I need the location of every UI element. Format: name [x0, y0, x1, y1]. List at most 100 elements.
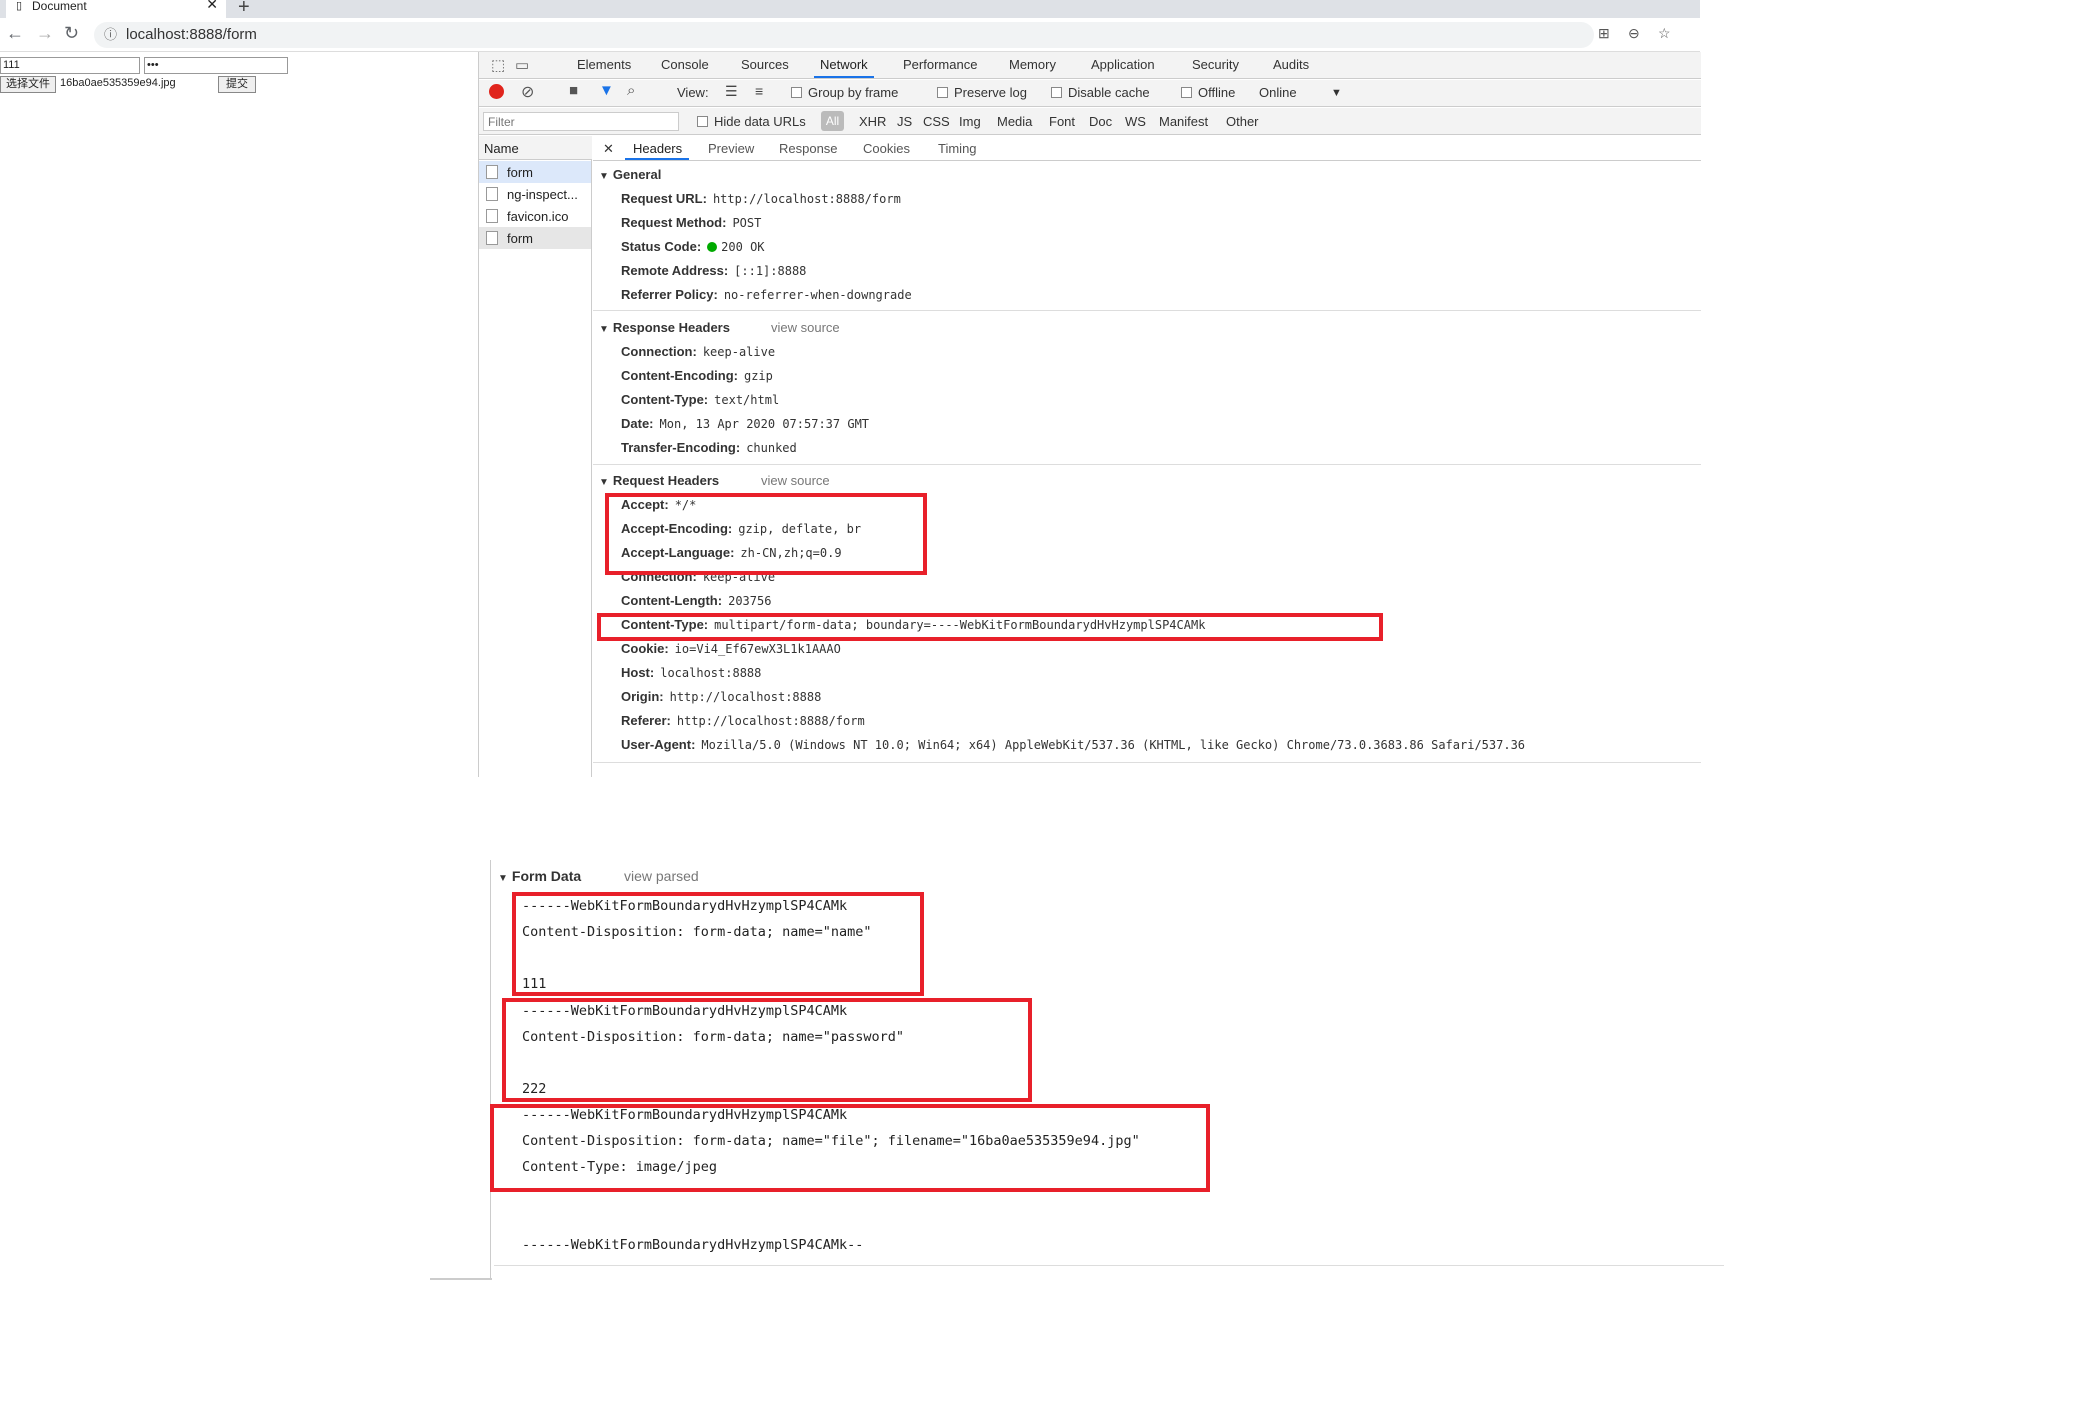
filter-js[interactable]: JS	[897, 114, 912, 129]
bookmark-star-icon[interactable]: ☆	[1658, 25, 1671, 42]
form-data-header[interactable]: ▼ Form Data	[498, 868, 581, 884]
tab-performance[interactable]: Performance	[903, 57, 977, 72]
filter-media[interactable]: Media	[997, 114, 1032, 129]
view-label: View:	[677, 85, 709, 100]
close-details-icon[interactable]: ✕	[603, 141, 614, 157]
filter-css[interactable]: CSS	[923, 114, 950, 129]
tab-memory[interactable]: Memory	[1009, 57, 1056, 72]
devtools-tabs: ⬚ ▭ Elements Console Sources Network Per…	[479, 52, 1701, 79]
tab-audits[interactable]: Audits	[1273, 57, 1309, 72]
inspect-element-icon[interactable]: ⬚	[491, 56, 505, 74]
close-tab-icon[interactable]: ✕	[206, 0, 218, 11]
filter-bar: Hide data URLs All XHR JS CSS Img Media …	[479, 108, 1701, 135]
tab-cookies[interactable]: Cookies	[863, 141, 910, 156]
browser-tab[interactable]: ▯ Document ✕	[6, 0, 226, 18]
page-content: 111 ••• 选择文件 16ba0ae535359e94.jpg 提交	[0, 52, 478, 777]
document-icon	[486, 209, 498, 223]
request-row[interactable]: form	[479, 227, 591, 249]
response-header-row: Content-Type: text/html	[621, 392, 780, 407]
filter-doc[interactable]: Doc	[1089, 114, 1112, 129]
request-headers-section-header[interactable]: ▼ Request Headers	[599, 473, 719, 488]
dropdown-arrow-icon[interactable]: ▼	[1331, 87, 1342, 99]
filter-other[interactable]: Other	[1226, 114, 1259, 129]
highlight-box	[502, 998, 1032, 1102]
filter-icon[interactable]: ▼	[599, 82, 614, 99]
group-by-frame-checkbox[interactable]: Group by frame	[791, 85, 898, 100]
reload-icon[interactable]: ↻	[64, 23, 79, 44]
throttling-select[interactable]: Online	[1259, 85, 1297, 100]
list-view-icon[interactable]: ☰	[725, 83, 738, 100]
form-data-line: ------WebKitFormBoundarydHvHzymplSP4CAMk…	[522, 1237, 864, 1253]
choose-file-button[interactable]: 选择文件	[0, 76, 56, 93]
offline-label: Offline	[1198, 85, 1236, 100]
section-title: Response Headers	[612, 320, 730, 335]
submit-button[interactable]: 提交	[218, 76, 256, 93]
waterfall-view-icon[interactable]: ≡	[755, 83, 763, 99]
collapse-triangle-icon: ▼	[599, 324, 609, 335]
request-row[interactable]: form	[479, 161, 591, 183]
camera-icon[interactable]: ■	[569, 82, 578, 99]
address-bar[interactable]: ⓘ localhost:8888/form	[94, 22, 1594, 48]
tab-security[interactable]: Security	[1192, 57, 1239, 72]
tab-timing[interactable]: Timing	[938, 141, 977, 156]
hide-data-urls-checkbox[interactable]: Hide data URLs	[697, 114, 806, 129]
filter-all[interactable]: All	[821, 111, 844, 131]
record-icon[interactable]	[489, 84, 504, 99]
password-input[interactable]: •••	[144, 57, 288, 74]
active-tab-indicator	[625, 158, 689, 160]
request-row[interactable]: ng-inspect...	[479, 183, 591, 205]
name-column-header[interactable]: Name	[479, 136, 592, 160]
divider	[430, 1278, 492, 1280]
filter-ws[interactable]: WS	[1125, 114, 1146, 129]
divider	[593, 310, 1701, 311]
translate-icon[interactable]: ⊞	[1598, 25, 1610, 42]
tab-network[interactable]: Network	[814, 57, 874, 78]
clear-icon[interactable]: ⊘	[521, 82, 534, 102]
request-name: form	[507, 165, 533, 180]
back-icon[interactable]: ←	[6, 23, 24, 44]
tab-headers[interactable]: Headers	[633, 141, 682, 156]
document-icon	[486, 165, 498, 179]
device-toggle-icon[interactable]: ▭	[515, 56, 529, 74]
offline-checkbox[interactable]: Offline	[1181, 85, 1235, 100]
tab-preview[interactable]: Preview	[708, 141, 754, 156]
view-source-link[interactable]: view source	[761, 473, 830, 488]
request-header-row: Content-Length: 203756	[621, 593, 772, 608]
request-details: ✕ Headers Preview Response Cookies Timin…	[593, 136, 1701, 777]
name-input[interactable]: 111	[0, 57, 140, 74]
preserve-log-label: Preserve log	[954, 85, 1027, 100]
request-header-row: Referer: http://localhost:8888/form	[621, 713, 865, 728]
forward-icon[interactable]: →	[36, 23, 54, 44]
response-header-row: Connection: keep-alive	[621, 344, 776, 359]
disable-cache-checkbox[interactable]: Disable cache	[1051, 85, 1150, 100]
request-header-row: Host: localhost:8888	[621, 665, 762, 680]
tab-elements[interactable]: Elements	[577, 57, 631, 72]
filter-xhr[interactable]: XHR	[859, 114, 886, 129]
preserve-log-checkbox[interactable]: Preserve log	[937, 85, 1027, 100]
tab-application[interactable]: Application	[1091, 57, 1155, 72]
hide-data-urls-label: Hide data URLs	[714, 114, 806, 129]
filter-input[interactable]	[483, 112, 679, 131]
search-icon[interactable]: ⌕	[627, 82, 635, 99]
devtools-panel: ⬚ ▭ Elements Console Sources Network Per…	[478, 52, 1701, 777]
request-row[interactable]: favicon.ico	[479, 205, 591, 227]
view-source-link[interactable]: view source	[771, 320, 840, 335]
tab-response[interactable]: Response	[779, 141, 838, 156]
tab-console[interactable]: Console	[661, 57, 709, 72]
zoom-icon[interactable]: ⊖	[1628, 25, 1640, 42]
info-icon[interactable]: ⓘ	[104, 22, 117, 48]
response-header-row: Transfer-Encoding: chunked	[621, 440, 797, 455]
tab-sources[interactable]: Sources	[741, 57, 789, 72]
collapse-triangle-icon: ▼	[599, 477, 609, 488]
request-name: form	[507, 231, 533, 246]
section-title: Form Data	[511, 868, 582, 884]
request-header-row: User-Agent: Mozilla/5.0 (Windows NT 10.0;…	[621, 737, 1526, 752]
response-headers-section-header[interactable]: ▼ Response Headers	[599, 320, 730, 335]
new-tab-button[interactable]: +	[238, 0, 250, 19]
general-row: Request Method: POST	[621, 215, 762, 230]
view-parsed-link[interactable]: view parsed	[624, 868, 699, 884]
filter-font[interactable]: Font	[1049, 114, 1075, 129]
filter-img[interactable]: Img	[959, 114, 981, 129]
general-section-header[interactable]: ▼ General	[599, 167, 661, 182]
filter-manifest[interactable]: Manifest	[1159, 114, 1208, 129]
